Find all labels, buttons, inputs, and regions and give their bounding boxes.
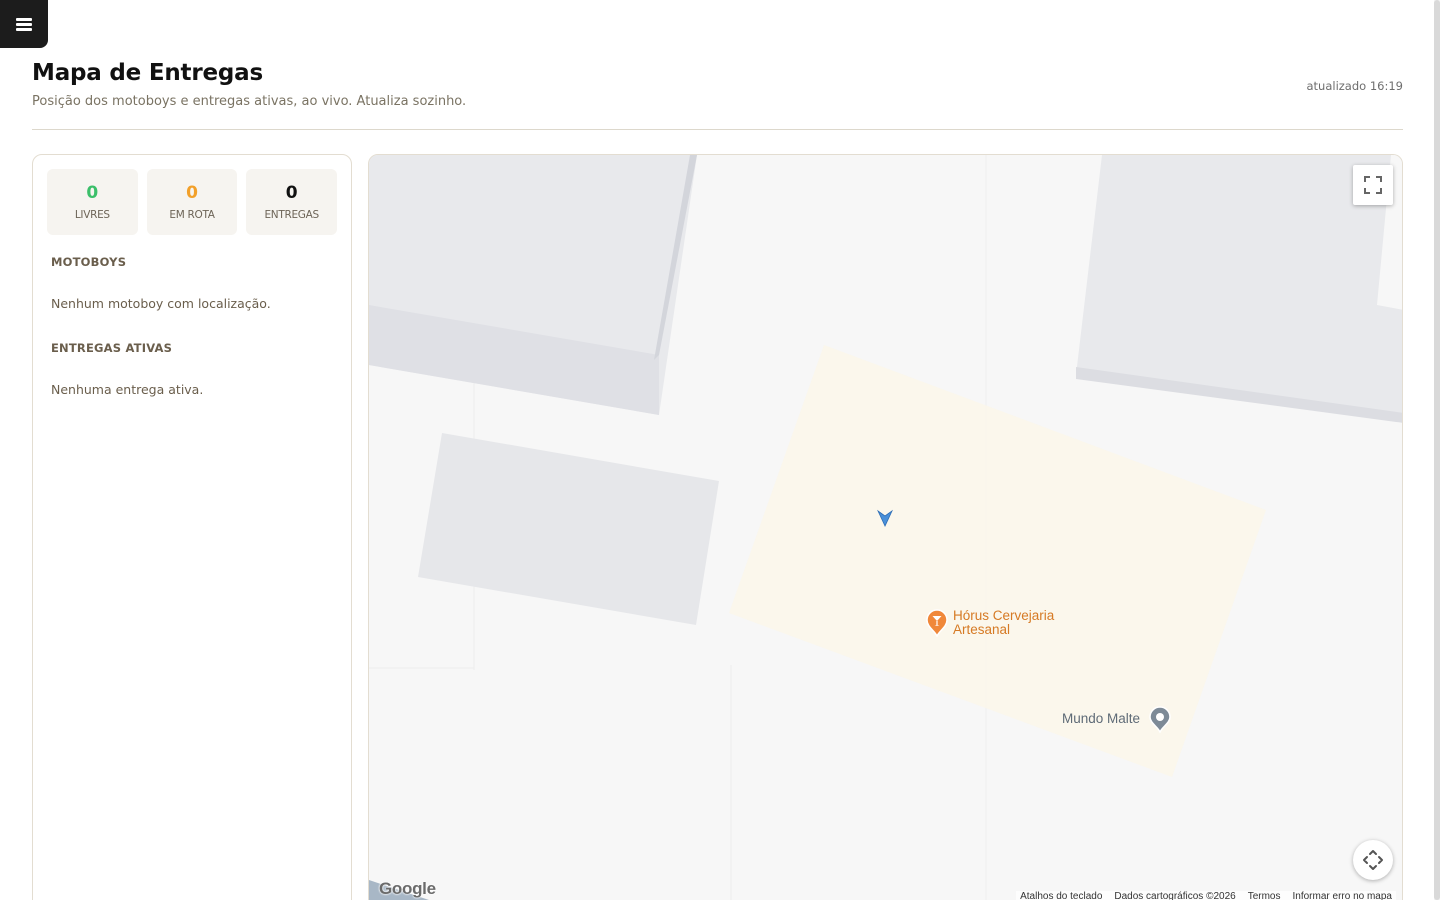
updated-label: atualizado — [1306, 79, 1367, 93]
updated-indicator: atualizado 16:19 — [1306, 79, 1403, 93]
fullscreen-icon — [1364, 176, 1382, 194]
stat-entregas: 0 ENTREGAS — [246, 169, 338, 235]
stat-em-rota-label: EM ROTA — [169, 209, 215, 221]
pan-icon — [1363, 850, 1383, 870]
navigation-arrow-icon[interactable] — [876, 509, 894, 531]
stat-livres-label: LIVRES — [74, 209, 110, 221]
keyboard-shortcuts-link[interactable]: Atalhos do teclado — [1020, 891, 1102, 900]
entregas-section-title: ENTREGAS ATIVAS — [51, 341, 173, 355]
header-divider — [32, 129, 1403, 130]
stat-entregas-label: ENTREGAS — [264, 209, 319, 221]
stat-em-rota-value: 0 — [186, 183, 198, 203]
updated-time: 16:19 — [1369, 79, 1403, 93]
poi-horus-line1: Hórus Cervejaria — [953, 608, 1055, 623]
fullscreen-button[interactable] — [1353, 165, 1393, 205]
poi-mundo-label[interactable]: Mundo Malte — [1062, 712, 1140, 726]
map-data-label: Dados cartográficos ©2026 — [1114, 891, 1236, 900]
menu-icon — [16, 17, 32, 31]
pan-button[interactable] — [1353, 840, 1393, 880]
page-title: Mapa de Entregas — [32, 60, 263, 86]
report-error-link[interactable]: Informar erro no mapa — [1293, 891, 1393, 900]
motoboys-empty-message: Nenhum motoboy com localização. — [51, 296, 271, 311]
motoboys-section-title: MOTOBOYS — [51, 255, 127, 269]
scrollbar-thumb[interactable] — [1434, 0, 1440, 900]
stat-livres: 0 LIVRES — [47, 169, 138, 235]
delivery-map[interactable]: Hórus Cervejaria Artesanal Mundo Malte G… — [368, 154, 1403, 900]
poi-horus-label[interactable]: Hórus Cervejaria Artesanal — [953, 609, 1054, 637]
map-attribution: Atalhos do teclado Dados cartográficos ©… — [1016, 891, 1396, 900]
page-header: Mapa de Entregas Posição dos motoboys e … — [32, 60, 1403, 109]
entregas-empty-message: Nenhuma entrega ativa. — [51, 382, 204, 397]
poi-horus-line2: Artesanal — [953, 622, 1011, 637]
place-pin-icon[interactable] — [1148, 705, 1172, 737]
page-scrollbar[interactable] — [1434, 0, 1440, 900]
terms-link[interactable]: Termos — [1248, 891, 1281, 900]
stats-row: 0 LIVRES 0 EM ROTA 0 ENTREGAS — [47, 169, 338, 235]
bar-pin-icon[interactable] — [925, 609, 949, 641]
stat-livres-value: 0 — [86, 183, 99, 203]
stat-em-rota: 0 EM ROTA — [146, 169, 238, 235]
page-subtitle: Posição dos motoboys e entregas ativas, … — [32, 94, 467, 109]
stat-entregas-value: 0 — [285, 183, 298, 203]
menu-button[interactable] — [0, 0, 48, 48]
sidebar-panel: 0 LIVRES 0 EM ROTA 0 ENTREGAS MOTOBOYS N… — [32, 154, 352, 900]
google-logo[interactable]: Google — [379, 879, 436, 899]
